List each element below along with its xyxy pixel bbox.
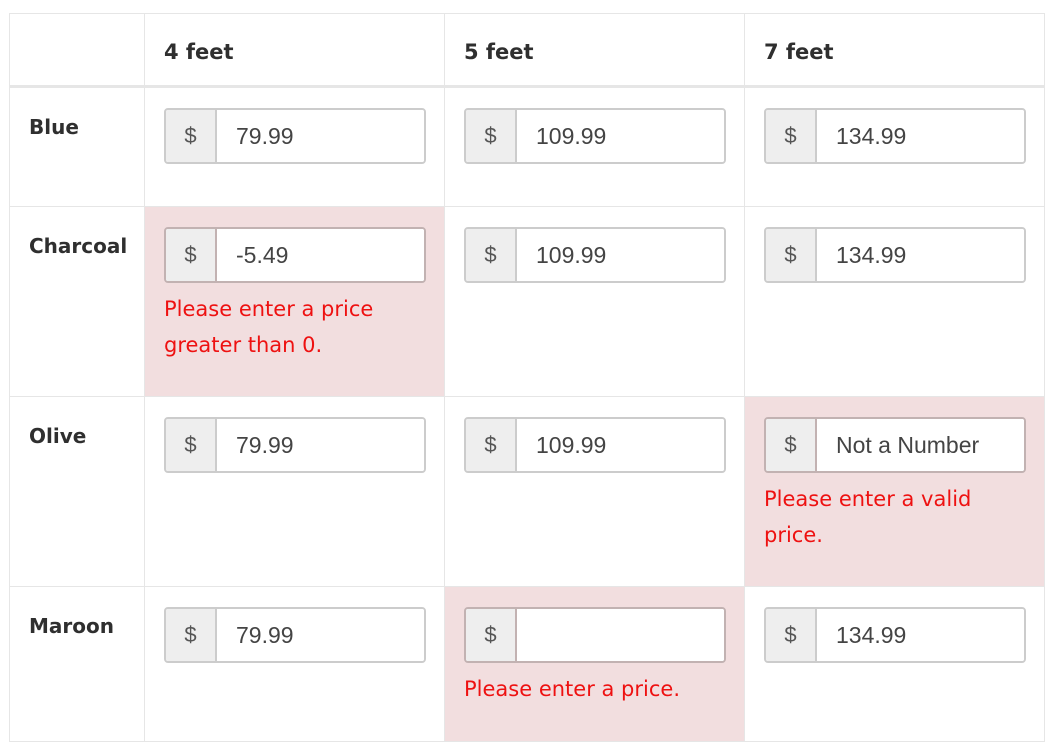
price-cell-olive-7-feet: $ Please enter a valid price. (744, 396, 1045, 587)
dollar-addon: $ (466, 609, 517, 661)
error-message: Please enter a valid price. (764, 487, 972, 547)
table-row-charcoal: Charcoal $ Please enter a price greater … (9, 206, 1045, 397)
error-message: Please enter a price. (464, 677, 680, 701)
price-input-blue-7-feet[interactable] (817, 110, 1024, 162)
table-row-blue: Blue $ $ $ (9, 86, 1045, 207)
price-input-olive-7-feet[interactable] (817, 419, 1024, 471)
price-cell-maroon-5-feet: $ Please enter a price. (444, 586, 745, 742)
header-corner (9, 13, 145, 88)
price-input-charcoal-5-feet[interactable] (517, 229, 724, 281)
price-input-group: $ (164, 607, 426, 663)
price-cell-maroon-4-feet: $ (144, 586, 445, 742)
price-input-blue-5-feet[interactable] (517, 110, 724, 162)
price-cell-blue-5-feet: $ (444, 86, 745, 207)
price-cell-maroon-7-feet: $ (744, 586, 1045, 742)
error-message: Please enter a price greater than 0. (164, 297, 374, 357)
column-header-7-feet: 7 feet (744, 13, 1045, 88)
price-input-charcoal-4-feet[interactable] (217, 229, 424, 281)
price-input-group: $ (764, 108, 1026, 164)
table-row-maroon: Maroon $ $ Please enter a price. $ (9, 586, 1045, 742)
price-input-maroon-4-feet[interactable] (217, 609, 424, 661)
table-row-olive: Olive $ $ $ Please enter a valid price. (9, 396, 1045, 587)
price-input-group: $ (464, 607, 726, 663)
price-input-group: $ (164, 227, 426, 283)
price-cell-blue-7-feet: $ (744, 86, 1045, 207)
dollar-addon: $ (766, 419, 817, 471)
column-header-4-feet: 4 feet (144, 13, 445, 88)
dollar-addon: $ (466, 229, 517, 281)
price-input-group: $ (164, 108, 426, 164)
price-input-maroon-5-feet[interactable] (517, 609, 724, 661)
dollar-addon: $ (166, 110, 217, 162)
price-cell-charcoal-7-feet: $ (744, 206, 1045, 397)
price-input-group: $ (464, 108, 726, 164)
row-label-blue: Blue (9, 86, 145, 207)
price-input-olive-4-feet[interactable] (217, 419, 424, 471)
price-input-group: $ (464, 417, 726, 473)
column-header-5-feet: 5 feet (444, 13, 745, 88)
dollar-addon: $ (166, 419, 217, 471)
price-table: 4 feet 5 feet 7 feet Blue $ $ (9, 13, 1045, 742)
row-label-olive: Olive (9, 396, 145, 587)
price-cell-blue-4-feet: $ (144, 86, 445, 207)
price-cell-charcoal-5-feet: $ (444, 206, 745, 397)
price-cell-olive-5-feet: $ (444, 396, 745, 587)
price-input-charcoal-7-feet[interactable] (817, 229, 1024, 281)
dollar-addon: $ (466, 110, 517, 162)
price-cell-olive-4-feet: $ (144, 396, 445, 587)
price-input-blue-4-feet[interactable] (217, 110, 424, 162)
price-input-group: $ (464, 227, 726, 283)
row-label-maroon: Maroon (9, 586, 145, 742)
price-input-group: $ (764, 607, 1026, 663)
price-input-group: $ (764, 227, 1026, 283)
price-input-group: $ (764, 417, 1026, 473)
row-label-charcoal: Charcoal (9, 206, 145, 397)
dollar-addon: $ (466, 419, 517, 471)
dollar-addon: $ (766, 609, 817, 661)
price-input-group: $ (164, 417, 426, 473)
price-cell-charcoal-4-feet: $ Please enter a price greater than 0. (144, 206, 445, 397)
dollar-addon: $ (166, 229, 217, 281)
table-header-row: 4 feet 5 feet 7 feet (9, 13, 1045, 88)
dollar-addon: $ (766, 229, 817, 281)
dollar-addon: $ (766, 110, 817, 162)
dollar-addon: $ (166, 609, 217, 661)
price-input-maroon-7-feet[interactable] (817, 609, 1024, 661)
price-input-olive-5-feet[interactable] (517, 419, 724, 471)
